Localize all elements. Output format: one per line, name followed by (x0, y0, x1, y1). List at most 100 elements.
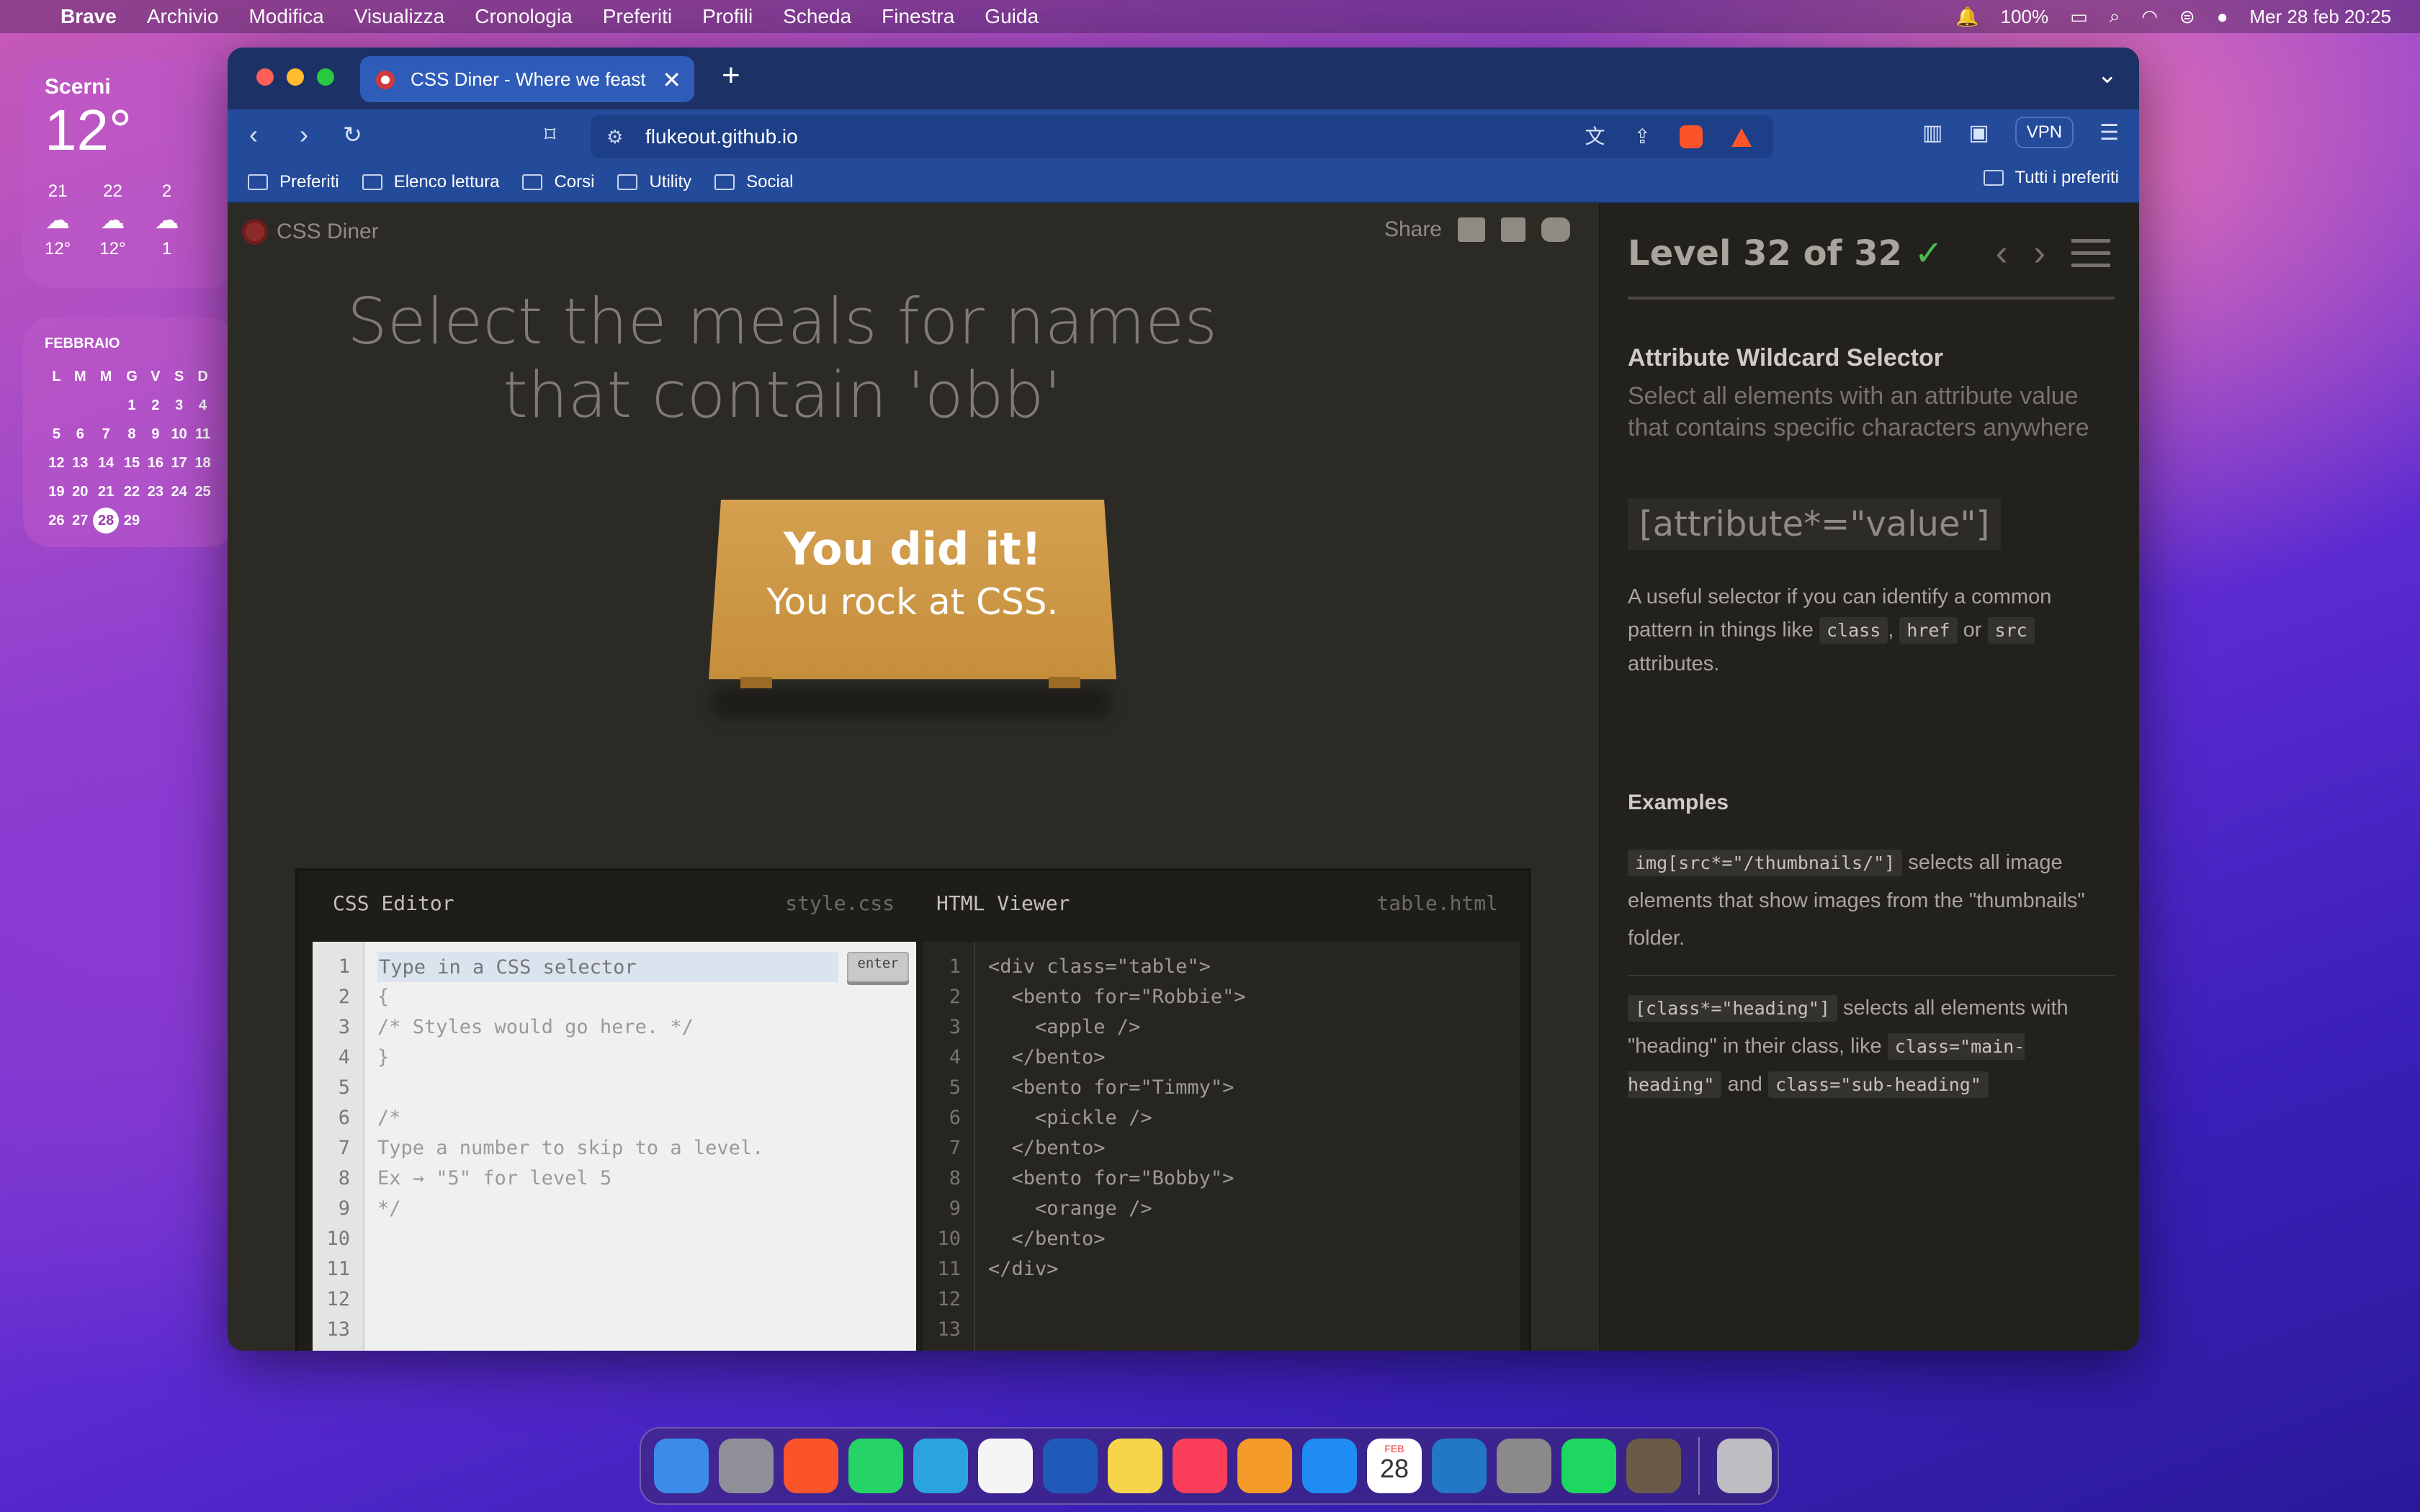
calendar-day[interactable]: 14 (92, 449, 120, 477)
notes-icon[interactable] (1108, 1439, 1162, 1493)
bookmark-icon[interactable]: ⌑ (544, 122, 555, 148)
site-settings-icon[interactable]: ⚙ (606, 115, 623, 158)
calendar-day[interactable]: 26 (45, 506, 68, 535)
forward-button[interactable]: › (300, 120, 308, 150)
telegram-icon[interactable] (913, 1439, 968, 1493)
enter-button[interactable]: enter (847, 952, 909, 982)
sidebar-toggle-icon[interactable]: ▥ (1922, 120, 1942, 145)
wifi-icon[interactable]: ◠ (2141, 6, 2158, 28)
calendar-day[interactable]: 5 (45, 420, 68, 449)
appstore-icon[interactable] (1302, 1439, 1357, 1493)
launchpad-icon[interactable] (719, 1439, 774, 1493)
preview-icon[interactable] (1626, 1439, 1681, 1493)
all-bookmarks[interactable]: Tutti i preferiti (1983, 168, 2119, 188)
calendar-day[interactable]: 4 (191, 391, 215, 420)
address-bar[interactable]: ⚙ flukeout.github.io 文 ⇪ (591, 115, 1773, 158)
calendar-day[interactable] (167, 506, 191, 535)
calendar-day[interactable]: 6 (68, 420, 92, 449)
calendar-day[interactable]: 27 (68, 506, 92, 535)
bookmark-preferiti[interactable]: Preferiti (248, 172, 339, 192)
bookmark-elenco-lettura[interactable]: Elenco lettura (362, 172, 499, 192)
brave-icon[interactable] (784, 1439, 838, 1493)
vpn-button[interactable]: VPN (2015, 117, 2074, 148)
calendar-day[interactable]: 15 (120, 449, 144, 477)
calendar-day[interactable]: 18 (191, 449, 215, 477)
notification-icon[interactable]: 🔔 (1955, 6, 1978, 28)
facebook-icon[interactable] (1501, 217, 1525, 242)
calendar-day[interactable]: 8 (120, 420, 144, 449)
share-icon[interactable]: ⇪ (1634, 115, 1651, 158)
calendar-day[interactable] (45, 391, 68, 420)
settings-icon[interactable] (1497, 1439, 1551, 1493)
calendar-day[interactable]: 19 (45, 477, 68, 506)
calendar-day[interactable]: 3 (167, 391, 191, 420)
calendar-day[interactable]: 9 (143, 420, 167, 449)
next-level-icon[interactable]: › (2033, 232, 2045, 274)
menu-profili[interactable]: Profili (702, 5, 753, 28)
calendar-icon[interactable]: FEB 28 (1367, 1439, 1422, 1493)
twitter-icon[interactable] (1541, 217, 1570, 242)
bookmark-utility[interactable]: Utility (617, 172, 691, 192)
calendar-day[interactable]: 17 (167, 449, 191, 477)
calendar-today[interactable]: 28 (92, 506, 120, 535)
calendar-day[interactable] (92, 391, 120, 420)
brave-shields-icon[interactable] (1680, 125, 1703, 148)
bookmark-corsi[interactable]: Corsi (522, 172, 594, 192)
photos-icon[interactable] (978, 1439, 1033, 1493)
menu-scheda[interactable]: Scheda (783, 5, 851, 28)
trash-icon[interactable] (1717, 1439, 1772, 1493)
spotify-icon[interactable] (1561, 1439, 1616, 1493)
siri-icon[interactable]: ● (2217, 6, 2228, 28)
menu-datetime[interactable]: Mer 28 feb 20:25 (2249, 6, 2391, 28)
finder-icon[interactable] (654, 1439, 709, 1493)
tab-css-diner[interactable]: CSS Diner - Where we feast on ✕ (360, 56, 694, 102)
calendar-day[interactable]: 16 (143, 449, 167, 477)
menu-archivio[interactable]: Archivio (147, 5, 219, 28)
level-menu-icon[interactable] (2071, 239, 2110, 274)
calendar-day[interactable]: 12 (45, 449, 68, 477)
calendar-day[interactable]: 10 (167, 420, 191, 449)
calendar-day[interactable]: 11 (191, 420, 215, 449)
music-icon[interactable] (1173, 1439, 1227, 1493)
menu-visualizza[interactable]: Visualizza (354, 5, 445, 28)
reload-button[interactable]: ↻ (343, 121, 362, 148)
menu-guida[interactable]: Guida (985, 5, 1039, 28)
email-icon[interactable] (1458, 217, 1485, 242)
back-button[interactable]: ‹ (249, 120, 258, 150)
close-window-button[interactable] (256, 68, 274, 86)
wallet-icon[interactable]: ▣ (1968, 120, 1989, 145)
calendar-day[interactable] (191, 506, 215, 535)
menu-app-name[interactable]: Brave (60, 5, 117, 28)
css-selector-input[interactable] (377, 952, 838, 982)
spotlight-search-icon[interactable]: ⌕ (2110, 5, 2120, 28)
battery-icon[interactable]: ▭ (2070, 6, 2088, 28)
bookmark-social[interactable]: Social (714, 172, 794, 192)
calendar-day[interactable]: 2 (143, 391, 167, 420)
calendar-day[interactable]: 25 (191, 477, 215, 506)
menu-hamburger-icon[interactable]: ☰ (2099, 120, 2119, 145)
brave-rewards-icon[interactable] (1731, 128, 1752, 147)
calendar-day[interactable]: 1 (120, 391, 144, 420)
translate-icon[interactable]: 文 (1585, 115, 1605, 158)
calendar-day[interactable]: 7 (92, 420, 120, 449)
new-tab-button[interactable]: + (722, 58, 740, 94)
pages-icon[interactable] (1237, 1439, 1292, 1493)
calendar-day[interactable]: 13 (68, 449, 92, 477)
menu-preferiti[interactable]: Preferiti (603, 5, 672, 28)
menu-modifica[interactable]: Modifica (248, 5, 323, 28)
level-indicator[interactable]: Level 32 of 32 ✓ (1628, 233, 1943, 274)
calendar-day[interactable]: 29 (120, 506, 144, 535)
tab-list-chevron-icon[interactable]: ⌄ (2097, 60, 2118, 89)
calendar-day[interactable]: 22 (120, 477, 144, 506)
previous-level-icon[interactable]: ‹ (1996, 232, 2008, 274)
calendar-day[interactable] (143, 506, 167, 535)
control-center-icon[interactable]: ⊜ (2179, 6, 2195, 28)
calendar-day[interactable]: 23 (143, 477, 167, 506)
calendar-day[interactable]: 20 (68, 477, 92, 506)
css-diner-logo[interactable]: CSS Diner (242, 219, 379, 245)
zoom-window-button[interactable] (317, 68, 334, 86)
calendar-widget[interactable]: FEBBRAIO LMMGVSD 1 2 3 4 5 6 7 8 9 10 11 12 13 14 15 16… (23, 317, 236, 547)
menu-cronologia[interactable]: Cronologia (475, 5, 572, 28)
calendar-day[interactable]: 21 (92, 477, 120, 506)
weather-widget[interactable]: Scerni 12° 21 ☁ 12° 22 ☁ 12° 2 ☁ 1 (23, 59, 236, 288)
